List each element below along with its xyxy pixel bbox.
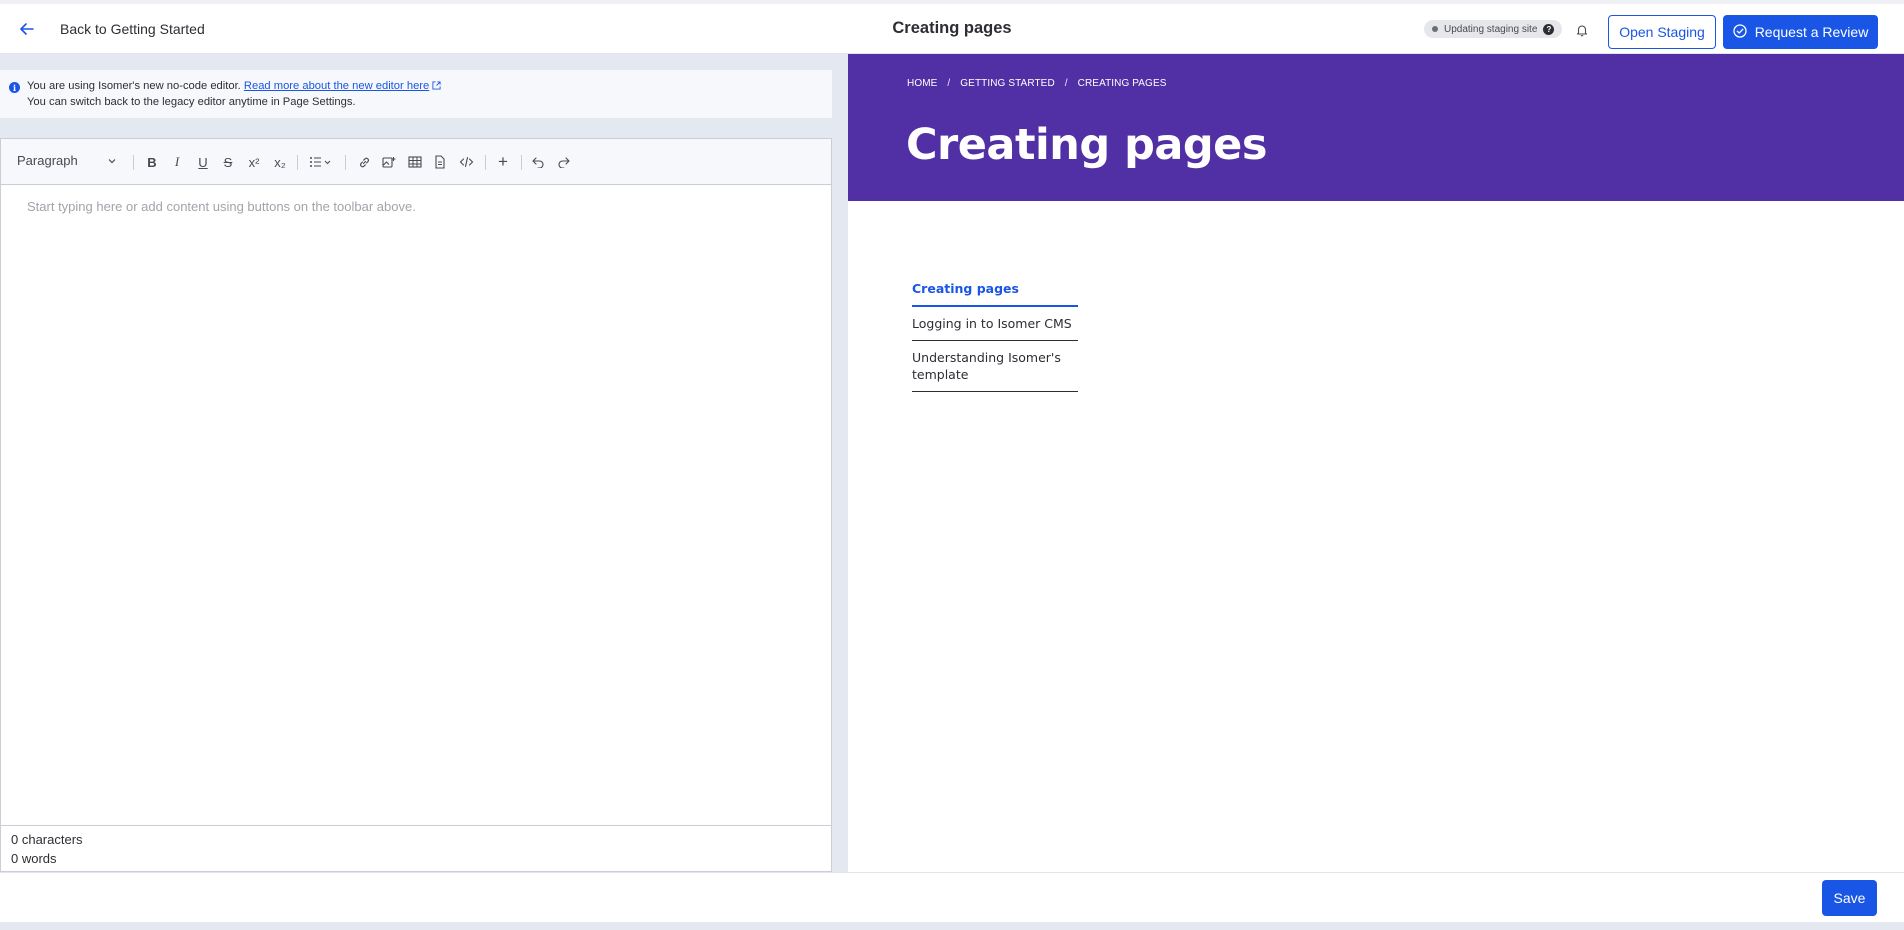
rich-text-editor: Paragraph B I U S x² x₂ + Start typing h… xyxy=(0,138,832,872)
toolbar-divider xyxy=(485,155,486,170)
check-circle-icon xyxy=(1733,23,1747,41)
code-icon[interactable] xyxy=(456,152,476,172)
underline-button[interactable]: U xyxy=(193,152,213,172)
side-nav-item-understanding-template[interactable]: Understanding Isomer's template xyxy=(912,341,1078,392)
status-badge: Updating staging site ? xyxy=(1424,20,1563,38)
back-arrow-icon[interactable] xyxy=(16,18,38,40)
open-staging-button[interactable]: Open Staging xyxy=(1608,15,1716,49)
help-icon[interactable]: ? xyxy=(1543,23,1555,35)
subscript-button[interactable]: x₂ xyxy=(270,152,290,172)
toolbar-divider xyxy=(133,155,134,170)
editor-placeholder: Start typing here or add content using b… xyxy=(27,199,416,214)
document-icon[interactable] xyxy=(430,152,450,172)
chevron-down-icon xyxy=(108,158,116,163)
back-link[interactable]: Back to Getting Started xyxy=(60,21,205,37)
bell-icon[interactable] xyxy=(1574,22,1590,38)
request-review-label: Request a Review xyxy=(1754,24,1869,40)
preview-side-nav: Creating pages Logging in to Isomer CMS … xyxy=(912,272,1078,392)
bottom-strip xyxy=(0,922,1904,930)
status-text: Updating staging site xyxy=(1444,23,1538,35)
preview-hero: HOME / GETTING STARTED / CREATING PAGES … xyxy=(848,54,1904,201)
editor-pane: i You are using Isomer's new no-code edi… xyxy=(0,54,848,872)
block-type-value: Paragraph xyxy=(17,153,78,168)
side-nav-item-creating-pages[interactable]: Creating pages xyxy=(912,272,1078,307)
add-block-button[interactable]: + xyxy=(493,152,513,172)
character-count: 0 characters xyxy=(11,832,83,847)
preview-page-title: Creating pages xyxy=(906,120,1267,170)
strikethrough-button[interactable]: S xyxy=(218,152,238,172)
new-editor-link-text[interactable]: Read more about the new editor here xyxy=(244,80,429,92)
status-dot-icon xyxy=(1432,26,1438,32)
breadcrumb-separator: / xyxy=(1064,78,1068,89)
breadcrumb-item[interactable]: GETTING STARTED xyxy=(960,78,1054,89)
info-banner: i You are using Isomer's new no-code edi… xyxy=(0,70,832,118)
toolbar-divider xyxy=(297,155,298,170)
top-bar: Back to Getting Started Creating pages U… xyxy=(0,0,1904,54)
block-type-select[interactable]: Paragraph xyxy=(17,153,116,168)
breadcrumb-item[interactable]: HOME xyxy=(907,78,937,89)
bold-button[interactable]: B xyxy=(142,152,162,172)
request-review-button[interactable]: Request a Review xyxy=(1723,15,1878,49)
image-icon[interactable] xyxy=(379,152,399,172)
editor-toolbar: Paragraph B I U S x² x₂ + xyxy=(1,139,831,185)
list-dropdown-button[interactable] xyxy=(306,152,336,172)
editor-stats: 0 characters 0 words xyxy=(1,825,831,871)
save-button[interactable]: Save xyxy=(1822,880,1877,916)
table-icon[interactable] xyxy=(405,152,425,172)
info-icon: i xyxy=(9,82,20,93)
link-icon[interactable] xyxy=(354,152,374,172)
breadcrumb-item: CREATING PAGES xyxy=(1077,78,1167,89)
banner-text: You are using Isomer's new no-code edito… xyxy=(27,80,241,92)
bottom-action-bar: Save xyxy=(0,872,1904,922)
superscript-button[interactable]: x² xyxy=(244,152,264,172)
toolbar-divider xyxy=(521,155,522,170)
banner-subtext: You can switch back to the legacy editor… xyxy=(27,96,356,108)
toolbar-divider xyxy=(345,155,346,170)
word-count: 0 words xyxy=(11,851,57,866)
breadcrumb-separator: / xyxy=(947,78,951,89)
undo-icon[interactable] xyxy=(528,152,548,172)
external-link-icon xyxy=(432,81,441,90)
breadcrumb: HOME / GETTING STARTED / CREATING PAGES xyxy=(907,78,1166,89)
new-editor-link[interactable]: Read more about the new editor here xyxy=(244,80,441,92)
italic-button[interactable]: I xyxy=(167,152,187,172)
bullet-list-icon xyxy=(310,157,331,167)
page-preview: HOME / GETTING STARTED / CREATING PAGES … xyxy=(848,54,1904,872)
redo-icon[interactable] xyxy=(554,152,574,172)
editor-content-area[interactable]: Start typing here or add content using b… xyxy=(1,185,831,825)
side-nav-item-logging-in[interactable]: Logging in to Isomer CMS xyxy=(912,307,1078,341)
